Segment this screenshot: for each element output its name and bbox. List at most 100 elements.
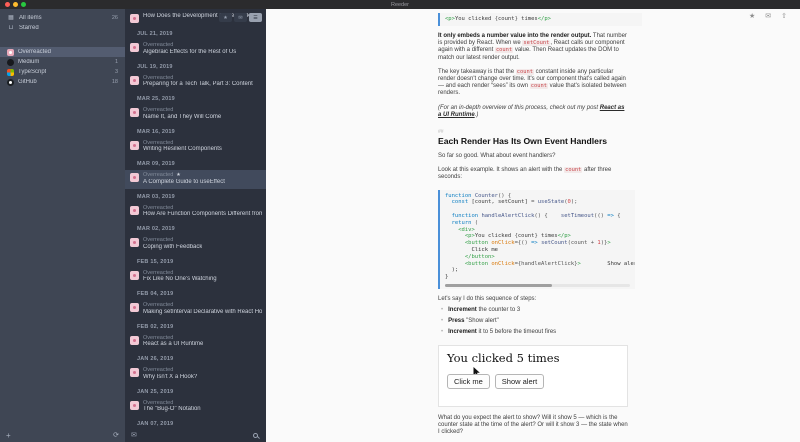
code-token: [count, setCount]	[468, 199, 532, 206]
feed-favicon-icon	[130, 400, 139, 410]
feed-favicon-icon	[130, 335, 139, 345]
text-segment: Increment	[448, 307, 477, 314]
sidebar-toolbar: + ⟳	[0, 429, 125, 442]
feed-favicon-icon	[7, 58, 14, 66]
date-header: MAR 25, 2019	[137, 96, 175, 102]
feed-favicon-icon	[130, 140, 139, 150]
article-list-item[interactable]: Overreacted A Complete Guide to useEffec…	[125, 170, 266, 189]
text-segment: "Show alert"	[464, 317, 499, 324]
bullet-icon: •	[441, 317, 444, 324]
entry-title: Writing Resilient Components	[143, 146, 222, 152]
sidebar-item-label: TypeScript	[18, 69, 47, 75]
entry-title: Algebraic Effects for the Rest of Us	[143, 48, 237, 55]
feed-favicon-icon	[130, 173, 139, 182]
smart-folder-list: ▦ All items 26 ⊔ Starred	[0, 13, 125, 33]
list-filter-button[interactable]	[249, 13, 262, 22]
sidebar-item-label: All items	[19, 15, 42, 21]
date-header: MAR 16, 2019	[137, 128, 175, 135]
sidebar-feed-item[interactable]: TypeScript 3	[0, 67, 125, 77]
list-filter-button[interactable]	[234, 13, 247, 22]
code-line: <p>You clicked {count} times</p>	[445, 16, 642, 23]
feed-favicon-icon	[7, 78, 14, 86]
code-token: setCount	[541, 240, 568, 247]
article-list-entry: MAR 03, 2019 Overreacted How Are Functio…	[125, 189, 266, 222]
article-list-item[interactable]: Overreacted Why Isn't X a Hook?	[125, 365, 266, 384]
paragraph: Let's say I do this sequence of steps:	[438, 296, 628, 303]
text-segment: .)	[474, 111, 479, 118]
code-line: <div>	[445, 227, 635, 234]
article-list-item[interactable]: Overreacted React as a UI Runtime	[125, 333, 266, 352]
text-segment: (For an in-depth overview of this proces…	[438, 104, 600, 111]
code-token: return	[451, 219, 472, 226]
refresh-button[interactable]: ⟳	[113, 432, 119, 439]
code-token: Counter	[474, 192, 498, 199]
feed-favicon-icon	[130, 205, 139, 215]
entry-feed-name: Overreacted	[143, 139, 174, 146]
article-list-item[interactable]: Overreacted How Are Function Components …	[125, 203, 266, 222]
list-item: • Increment it to 5 before the timeout f…	[438, 329, 628, 336]
list-filter-button[interactable]	[219, 13, 232, 22]
entry-title: Name It, and They Will Come	[143, 113, 222, 120]
code-line: function handleAlertClick() { setTimeout…	[445, 213, 635, 220]
entry-title: A Complete Guide to useEffect	[143, 178, 225, 185]
star-article-button[interactable]: ★	[749, 13, 755, 21]
search-icon[interactable]	[253, 433, 258, 438]
list-filter-group	[219, 13, 262, 22]
code-token: <p>	[464, 233, 475, 240]
text-segment: count	[494, 47, 514, 54]
feed-list: Overreacted Medium 1 TypeScript 3 GitHub…	[0, 47, 125, 87]
share-button[interactable]: ⇧	[781, 13, 787, 21]
feed-favicon-icon	[7, 48, 14, 56]
entry-title: Coping with Feedback	[143, 243, 203, 250]
code-token: () {	[534, 213, 561, 220]
text-segment: count	[564, 167, 583, 174]
unread-count-badge: 3	[114, 69, 118, 75]
window-title: Reeder	[390, 1, 410, 8]
article-list-item[interactable]: Overreacted Algebraic Effects for the Re…	[125, 40, 266, 59]
sidebar-item-label: Overreacted	[18, 49, 52, 55]
article-list-item[interactable]: Overreacted Fix Like No One's Watching	[125, 268, 266, 287]
image-show-alert-button: Show alert	[494, 373, 545, 389]
list-toolbar: ✉	[125, 429, 266, 442]
article-list-item[interactable]: Overreacted Coping with Feedback	[125, 235, 266, 254]
code-token: Show alert	[607, 260, 635, 267]
entry-title: Preparing for a Tech Talk, Part 3: Conte…	[143, 81, 253, 87]
scrollbar-thumb[interactable]	[445, 284, 553, 287]
code-token: }	[445, 274, 449, 281]
code-token: (	[471, 219, 479, 226]
sidebar-feed-item[interactable]: GitHub 18	[0, 77, 125, 87]
add-subscription-button[interactable]: +	[6, 432, 11, 440]
sidebar-scroll-area: ▦ All items 26 ⊔ Starred Overreacted Med…	[0, 9, 125, 429]
article-list-item[interactable]: Overreacted The "Bug-O" Notation	[125, 398, 266, 417]
entry-title: Making setInterval Declarative with Reac…	[143, 308, 262, 315]
sidebar-feed-item[interactable]: Overreacted	[0, 47, 125, 57]
article-list-item[interactable]: Overreacted Preparing for a Tech Talk, P…	[125, 73, 266, 92]
date-header: MAR 09, 2019	[137, 161, 175, 167]
code-line: return (	[445, 220, 635, 227]
sidebar-smart-item[interactable]: ▦ All items 26	[0, 13, 125, 23]
code-line: );	[445, 267, 635, 274]
date-header: MAR 03, 2019	[137, 193, 175, 200]
code-token: onClick	[488, 240, 515, 247]
feed-favicon-icon	[130, 368, 139, 377]
article-list-item[interactable]: Overreacted Writing Resilient Components	[125, 138, 266, 157]
entry-feed-name: Overreacted	[143, 237, 174, 243]
sidebar-item-label: Starred	[19, 25, 39, 31]
code-token: () {	[498, 192, 512, 199]
code-token: <button	[464, 240, 489, 247]
unread-toggle-button[interactable]: ✉	[131, 432, 137, 439]
article-list-item[interactable]: Overreacted Name It, and They Will Come	[125, 105, 266, 124]
mark-unread-button[interactable]: ✉	[765, 13, 771, 21]
sidebar-smart-item[interactable]: ⊔ Starred	[0, 23, 125, 33]
sidebar-feed-item[interactable]: Medium 1	[0, 57, 125, 67]
article-list-item[interactable]: Overreacted Making setInterval Declarati…	[125, 300, 266, 319]
steps-list: • Increment the counter to 3 • Press "Sh…	[438, 307, 628, 336]
feed-favicon-icon	[7, 68, 14, 76]
unread-count-badge: 18	[111, 79, 118, 85]
sidebar: ▦ All items 26 ⊔ Starred Overreacted Med…	[0, 9, 125, 442]
code-token: times	[517, 16, 538, 22]
code-block: function Counter() { const [count, setCo…	[438, 189, 635, 289]
text-segment: Look at this example. It shows an alert …	[438, 167, 565, 174]
